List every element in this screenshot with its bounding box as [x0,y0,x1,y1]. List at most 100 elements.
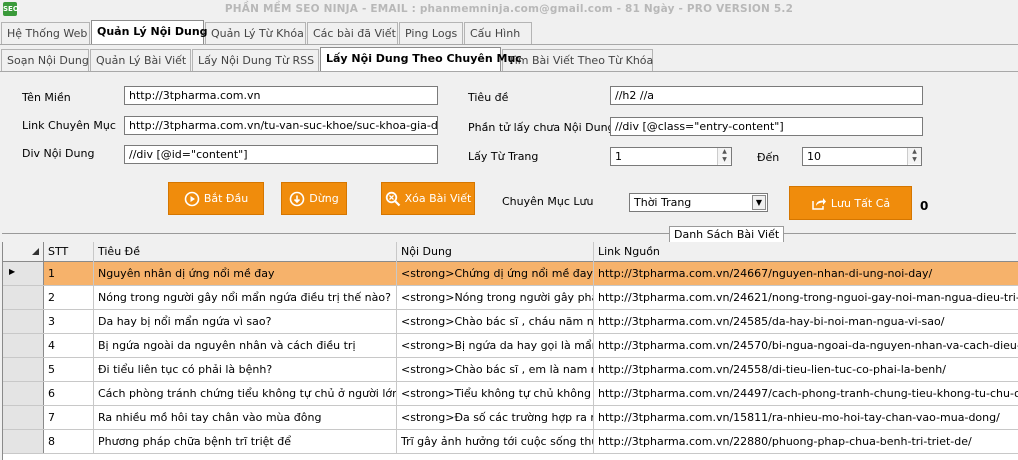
tab-cau-hinh[interactable]: Cấu Hình [464,22,532,44]
save-category-select[interactable]: Thời Trang ▼ [629,193,768,212]
subtab-lay-noi-dung-rss[interactable]: Lấy Nội Dung Từ RSS [192,49,319,71]
cell-title[interactable]: Ra nhiều mồ hôi tay chân vào mùa đông [94,406,397,429]
select-all-corner[interactable] [3,242,44,262]
from-page-stepper[interactable]: 1 ▲ ▼ [610,147,732,166]
cell-stt[interactable]: 3 [44,310,94,333]
cell-content[interactable]: <strong>Chào bác sĩ , cháu năm nay 2... [397,310,594,333]
domain-label: Tên Miền [22,91,71,104]
content-element-input[interactable]: //div [@class="entry-content"] [610,117,923,136]
spin-down-icon[interactable]: ▼ [718,156,731,164]
spin-down-icon[interactable]: ▼ [908,156,921,164]
grid-header: STT Tiêu Đề Nội Dung Link Nguồn [3,242,1018,262]
delete-posts-button-label: Xóa Bài Viết [404,192,472,205]
share-arrow-icon [812,198,826,210]
row-header[interactable] [3,358,44,381]
cell-stt[interactable]: 6 [44,382,94,405]
cell-stt[interactable]: 8 [44,430,94,453]
row-header[interactable] [3,382,44,405]
save-all-button[interactable]: Lưu Tất Cả [789,186,912,220]
div-content-input[interactable]: //div [@id="content"] [124,145,438,164]
row-header-current-icon[interactable] [3,262,44,285]
saved-count: 0 [920,199,929,213]
start-button-label: Bắt Đầu [203,192,249,205]
delete-posts-button[interactable]: Xóa Bài Viết [381,182,475,215]
title-xpath-input[interactable]: //h2 //a [610,86,923,105]
start-button[interactable]: Bắt Đầu [168,182,264,215]
cell-link[interactable]: http://3tpharma.com.vn/24558/di-tieu-lie… [594,358,1018,381]
main-tab-bar: Hệ Thống Web Quản Lý Nội Dung Quản Lý Từ… [0,20,1018,44]
table-row[interactable]: 5 Đi tiểu liên tục có phải là bệnh? <str… [3,358,1018,382]
cell-content[interactable]: <strong>Chào bác sĩ , em là nam nay n... [397,358,594,381]
from-page-label: Lấy Từ Trang [468,150,539,163]
stop-button[interactable]: Dừng [281,182,347,215]
table-row[interactable]: 7 Ra nhiều mồ hôi tay chân vào mùa đông … [3,406,1018,430]
to-page-label: Đến [757,151,780,164]
tab-cac-bai-da-viet[interactable]: Các bài đã Viết [307,22,398,44]
category-link-input[interactable]: http://3tpharma.com.vn/tu-van-suc-khoe/s… [124,116,438,135]
cell-content[interactable]: <strong>Nóng trong người gây phát ba... [397,286,594,309]
posts-grid[interactable]: STT Tiêu Đề Nội Dung Link Nguồn 1 Nguyên… [2,242,1018,460]
table-row[interactable]: 1 Nguyên nhân dị ứng nổi mề đay <strong>… [3,262,1018,286]
domain-input[interactable]: http://3tpharma.com.vn [124,86,438,105]
table-row[interactable]: 4 Bị ngứa ngoài da nguyên nhân và cách đ… [3,334,1018,358]
cell-stt[interactable]: 7 [44,406,94,429]
row-header[interactable] [3,286,44,309]
table-row[interactable]: 6 Cách phòng tránh chứng tiểu không tự c… [3,382,1018,406]
row-header[interactable] [3,334,44,357]
title-bar: SEO PHẦN MỀM SEO NINJA - EMAIL : phanmem… [0,0,1018,20]
cell-link[interactable]: http://3tpharma.com.vn/24585/da-hay-bi-n… [594,310,1018,333]
sub-tab-bar: Soạn Nội Dung Quản Lý Bài Viết Lấy Nội D… [0,47,1018,71]
spin-up-icon[interactable]: ▲ [718,148,731,156]
cell-title[interactable]: Da hay bị nổi mẩn ngứa vì sao? [94,310,397,333]
table-row[interactable]: 3 Da hay bị nổi mẩn ngứa vì sao? <strong… [3,310,1018,334]
cell-content[interactable]: Trĩ gây ảnh hưởng tới cuộc sống thườ... [397,430,594,453]
cell-link[interactable]: http://3tpharma.com.vn/15811/ra-nhieu-mo… [594,406,1018,429]
subtab-soan-noi-dung[interactable]: Soạn Nội Dung [1,49,89,71]
cell-title[interactable]: Phương pháp chữa bệnh trĩ triệt để [94,430,397,453]
column-header-stt[interactable]: STT [44,242,94,262]
table-row[interactable]: 8 Phương pháp chữa bệnh trĩ triệt để Trĩ… [3,430,1018,454]
cell-link[interactable]: http://3tpharma.com.vn/24570/bi-ngua-ngo… [594,334,1018,357]
table-row[interactable]: 2 Nóng trong người gây nổi mẩn ngứa điều… [3,286,1018,310]
cell-link[interactable]: http://3tpharma.com.vn/24667/nguyen-nhan… [594,262,1018,285]
chevron-down-icon[interactable]: ▼ [752,195,766,210]
tab-he-thong-web[interactable]: Hệ Thống Web [1,22,90,44]
cell-stt[interactable]: 4 [44,334,94,357]
play-circle-icon [184,191,200,206]
column-header-title[interactable]: Tiêu Đề [94,242,397,262]
arrow-down-circle-icon [289,191,305,206]
cell-link[interactable]: http://3tpharma.com.vn/22880/phuong-phap… [594,430,1018,453]
cell-title[interactable]: Cách phòng tránh chứng tiểu không tự chủ… [94,382,397,405]
from-page-spin-buttons[interactable]: ▲ ▼ [717,148,731,165]
cell-title[interactable]: Nguyên nhân dị ứng nổi mề đay [94,262,397,285]
row-header[interactable] [3,430,44,453]
cell-content[interactable]: <strong>Tiểu không tự chủ không chỉ ... [397,382,594,405]
row-header[interactable] [3,310,44,333]
category-link-label: Link Chuyên Mục [22,119,116,132]
subtab-lay-noi-dung-chuyen-muc[interactable]: Lấy Nội Dung Theo Chuyên Mục [320,47,522,71]
cell-link[interactable]: http://3tpharma.com.vn/24497/cach-phong-… [594,382,1018,405]
cell-stt[interactable]: 2 [44,286,94,309]
tab-quan-ly-noi-dung[interactable]: Quản Lý Nội Dung [91,20,208,44]
cell-title[interactable]: Bị ngứa ngoài da nguyên nhân và cách điề… [94,334,397,357]
subtab-tim-bai-viet-tu-khoa[interactable]: Tìm Bài Viết Theo Từ Khóa [502,49,653,71]
to-page-stepper[interactable]: 10 ▲ ▼ [802,147,922,166]
subtab-quan-ly-bai-viet[interactable]: Quản Lý Bài Viết [90,49,191,71]
row-header[interactable] [3,406,44,429]
column-header-content[interactable]: Nội Dung [397,242,594,262]
cell-title[interactable]: Đi tiểu liên tục có phải là bệnh? [94,358,397,381]
cell-title[interactable]: Nóng trong người gây nổi mẩn ngứa điều t… [94,286,397,309]
column-header-link[interactable]: Link Nguồn [594,242,1018,262]
save-category-value: Thời Trang [634,196,692,209]
cell-content[interactable]: <strong>Chứng dị ứng nổi mề đay là m... [397,262,594,285]
tab-ping-logs[interactable]: Ping Logs [399,22,463,44]
to-page-spin-buttons[interactable]: ▲ ▼ [907,148,921,165]
spin-up-icon[interactable]: ▲ [908,148,921,156]
cell-link[interactable]: http://3tpharma.com.vn/24621/nong-trong-… [594,286,1018,309]
cell-stt[interactable]: 1 [44,262,94,285]
cell-content[interactable]: <strong>Đa số các trường hợp ra nhiề... [397,406,594,429]
save-all-button-label: Lưu Tất Cả [830,196,891,210]
tab-quan-ly-tu-khoa[interactable]: Quản Lý Từ Khóa [205,22,306,44]
cell-stt[interactable]: 5 [44,358,94,381]
cell-content[interactable]: <strong>Bị ngứa da hay gọi là mẩn ng... [397,334,594,357]
